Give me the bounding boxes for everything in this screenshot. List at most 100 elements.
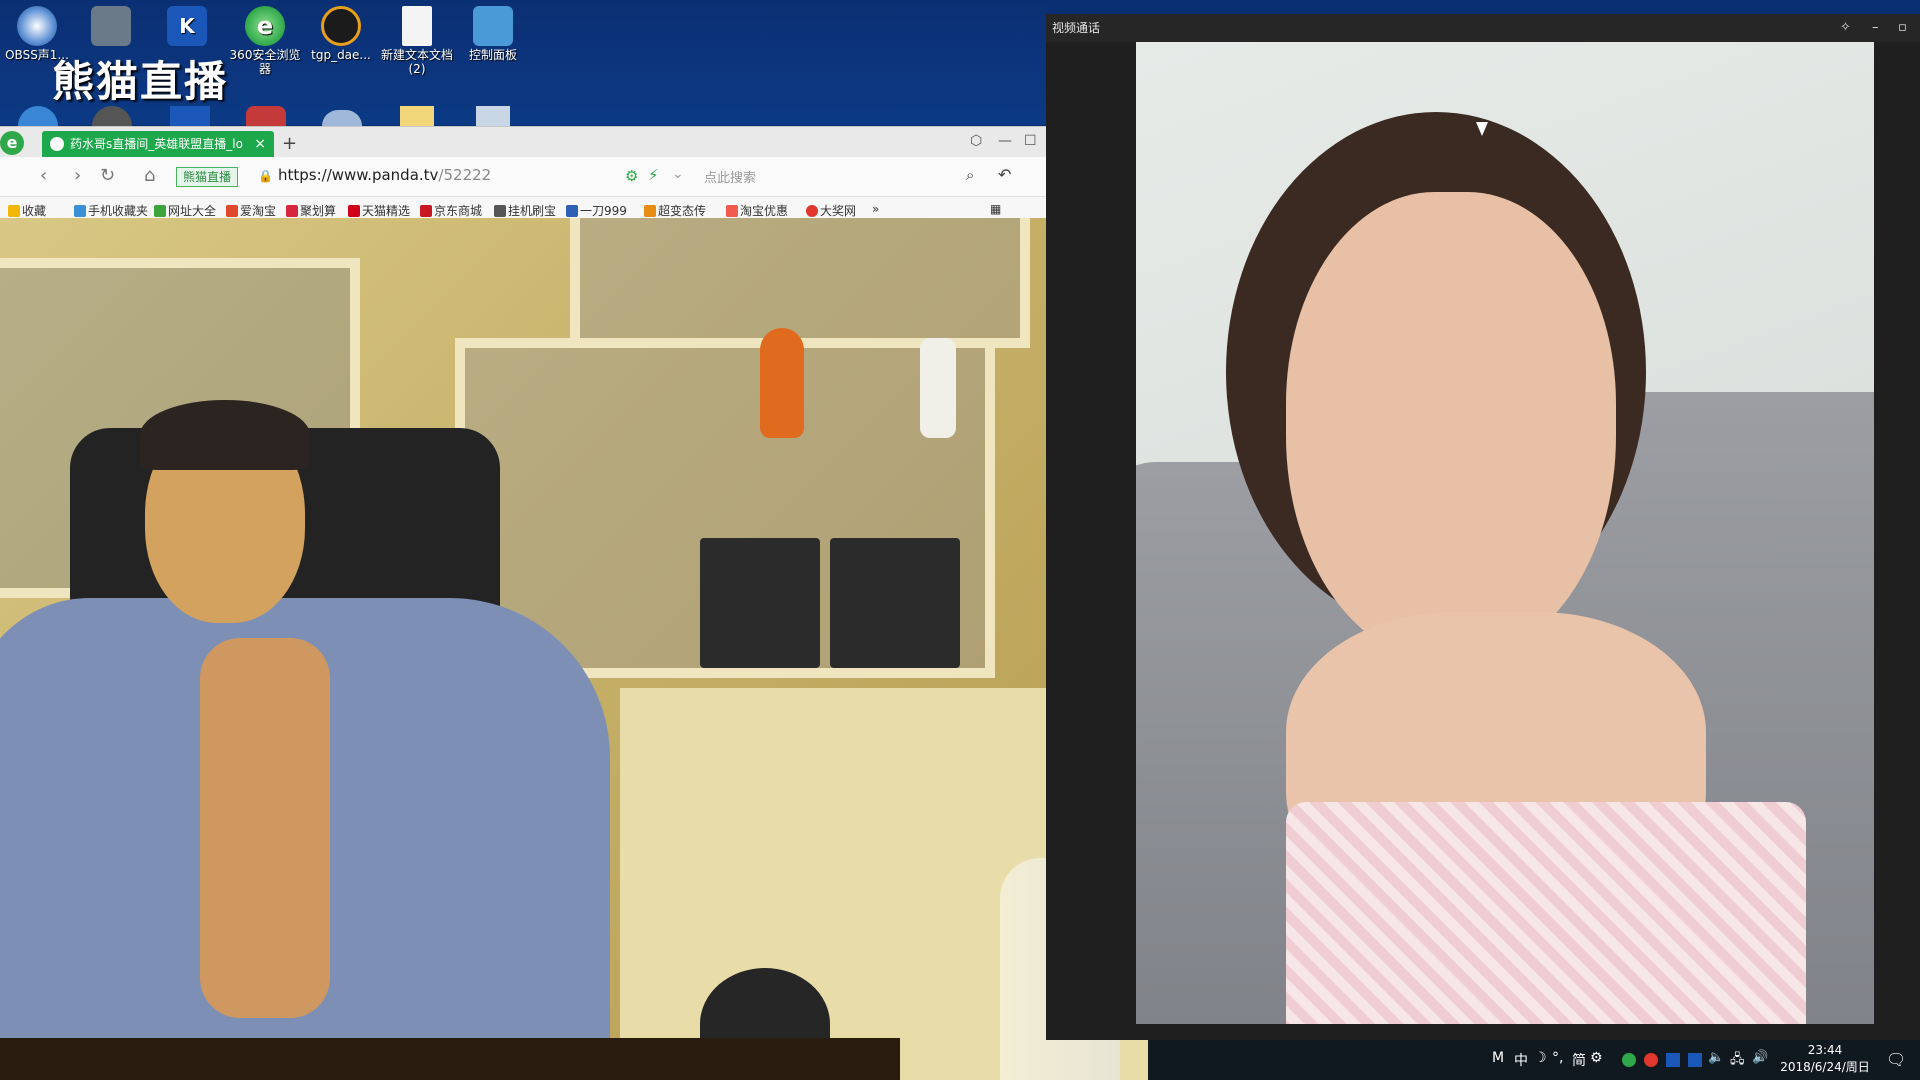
browser-logo-icon: e: [0, 131, 24, 155]
favorite-label: 大奖网: [820, 204, 857, 218]
search-icon[interactable]: ⌕: [966, 166, 974, 184]
tab-bar: e 药水哥s直播间_英雄联盟直播_lo × + ⬡ — ☐: [0, 127, 1046, 157]
tgp-icon: [321, 6, 361, 46]
tray-item[interactable]: M: [1492, 1050, 1504, 1066]
call-minimize-button[interactable]: –: [1872, 14, 1879, 42]
app-tray-icon[interactable]: [1666, 1053, 1680, 1067]
caller-top: [1286, 802, 1806, 1024]
video-call-window: 视频通话 ✧ – ▫: [1046, 0, 1920, 1040]
browser-window: e 药水哥s直播间_英雄联盟直播_lo × + ⬡ — ☐ ‹ › ↻ ⌂ 熊猫…: [0, 126, 1046, 223]
back-button[interactable]: ‹: [40, 165, 47, 186]
favorite-label: 聚划算: [300, 204, 337, 218]
maximize-button[interactable]: ☐: [1024, 133, 1037, 149]
speaker-right: [830, 538, 960, 668]
pin-icon[interactable]: ✧: [1840, 14, 1851, 42]
orange-toy: [760, 328, 804, 438]
desk: [0, 1038, 900, 1080]
juhuasuan-icon: [286, 205, 298, 217]
clock-time: 23:44: [1807, 1043, 1843, 1057]
tab-panda-stream[interactable]: 药水哥s直播间_英雄联盟直播_lo ×: [42, 131, 274, 157]
game-icon: [566, 205, 578, 217]
360-tray-icon[interactable]: [1644, 1053, 1658, 1067]
favorite-item[interactable]: 收藏: [8, 202, 46, 219]
apps-icon[interactable]: ▦: [990, 202, 1001, 216]
search-input[interactable]: 点此搜索: [704, 167, 756, 186]
favorite-item[interactable]: 大奖网: [806, 202, 856, 219]
favorite-label: 收藏: [22, 204, 47, 218]
volume-icon[interactable]: 🔈: [1708, 1050, 1724, 1065]
ime-settings-icon[interactable]: ⚙: [1590, 1050, 1603, 1066]
taobao-icon: [226, 205, 238, 217]
url-path: /52222: [438, 166, 492, 184]
forward-button[interactable]: ›: [74, 165, 81, 186]
favorite-item[interactable]: 爱淘宝: [226, 202, 276, 219]
dropdown-chevron-icon[interactable]: ⌄: [672, 166, 684, 182]
favorite-item[interactable]: 天猫精选: [348, 202, 410, 219]
new-tab-button[interactable]: +: [282, 133, 297, 154]
minimize-button[interactable]: —: [998, 133, 1012, 149]
desktop-icon-partial[interactable]: [476, 106, 510, 126]
favorite-label: 京东商城: [434, 204, 483, 218]
favorite-item[interactable]: 聚划算: [286, 202, 336, 219]
remote-video-feed: [1136, 42, 1874, 1024]
undo-icon[interactable]: ↶: [998, 165, 1011, 184]
desktop-icon-kk[interactable]: K: [150, 0, 224, 48]
favorites-more-button[interactable]: »: [872, 202, 879, 216]
streamer-hair: [140, 400, 310, 470]
desktop-strip: [1046, 0, 1920, 14]
desktop-icon-360-browser[interactable]: e 360安全浏览器: [228, 0, 302, 76]
desktop-icon-new-text-doc[interactable]: 新建文本文档 (2): [380, 0, 454, 76]
desktop-icon-image[interactable]: [74, 0, 148, 48]
link-icon: [494, 205, 506, 217]
kk-tray-icon[interactable]: [1688, 1053, 1702, 1067]
favorite-item[interactable]: 淘宝优惠: [726, 202, 788, 219]
wechat-tray-icon[interactable]: [1622, 1053, 1636, 1067]
desktop-icon-partial[interactable]: [246, 106, 286, 126]
tab-close-icon[interactable]: ×: [254, 131, 266, 157]
desktop-icon-tgp[interactable]: tgp_dae...: [304, 0, 378, 62]
skin-icon[interactable]: ⬡: [970, 133, 982, 149]
desktop-icon-partial[interactable]: [18, 106, 58, 126]
favorite-item[interactable]: 挂机刷宝: [494, 202, 556, 219]
lightning-icon[interactable]: ⚡: [648, 166, 659, 184]
lock-icon: 🔒: [258, 169, 273, 183]
upper-shelf: [570, 218, 1030, 348]
ime-simplified[interactable]: 简: [1572, 1050, 1586, 1070]
accelerate-icon[interactable]: ⚙: [625, 167, 638, 185]
favorite-item[interactable]: 手机收藏夹: [74, 202, 148, 219]
streamer-chest: [200, 638, 330, 1018]
site-badge[interactable]: 熊猫直播: [176, 167, 239, 187]
favorite-item[interactable]: 京东商城: [420, 202, 482, 219]
url-host: https://www.panda.tv: [278, 166, 439, 184]
notification-icon[interactable]: 🗨: [1886, 1050, 1906, 1069]
favorite-label: 挂机刷宝: [508, 204, 557, 218]
speaker-left: [700, 538, 820, 668]
chrome-like-icon: [806, 205, 818, 217]
favorite-label: 天猫精选: [362, 204, 411, 218]
punctuation-icon[interactable]: °,: [1552, 1050, 1563, 1066]
network-icon[interactable]: 🖧: [1730, 1050, 1745, 1072]
call-maximize-button[interactable]: ▫: [1898, 14, 1907, 42]
desktop-icon-control-panel[interactable]: 控制面板: [456, 0, 530, 62]
reload-button[interactable]: ↻: [100, 165, 115, 186]
url-field[interactable]: https://www.panda.tv/52222: [278, 166, 491, 184]
desktop-icon-partial[interactable]: [400, 106, 434, 126]
thermos: [920, 338, 956, 438]
tmall-icon: [348, 205, 360, 217]
address-bar: ‹ › ↻ ⌂ 熊猫直播 🔒 https://www.panda.tv/5222…: [0, 157, 1046, 197]
favorite-item[interactable]: 超变态传: [644, 202, 706, 219]
speaker-icon[interactable]: 🔊: [1752, 1050, 1768, 1065]
favorite-item[interactable]: 网址大全: [154, 202, 216, 219]
desktop-icon-partial[interactable]: [170, 106, 210, 126]
desktop-icon-label: 360安全浏览器: [229, 48, 301, 76]
system-clock[interactable]: 23:44 2018/6/24/周日: [1770, 1042, 1880, 1076]
moon-icon[interactable]: ☽: [1534, 1050, 1547, 1066]
image-icon: [91, 6, 131, 46]
clock-date: 2018/6/24/周日: [1780, 1060, 1870, 1074]
home-button[interactable]: ⌂: [144, 165, 155, 186]
favorite-item[interactable]: 一刀999: [566, 202, 627, 219]
ime-chinese[interactable]: 中: [1514, 1050, 1528, 1070]
desktop-icon-partial[interactable]: [322, 110, 362, 126]
favorite-label: 网址大全: [168, 204, 217, 218]
desktop-icon-partial[interactable]: [92, 106, 132, 126]
